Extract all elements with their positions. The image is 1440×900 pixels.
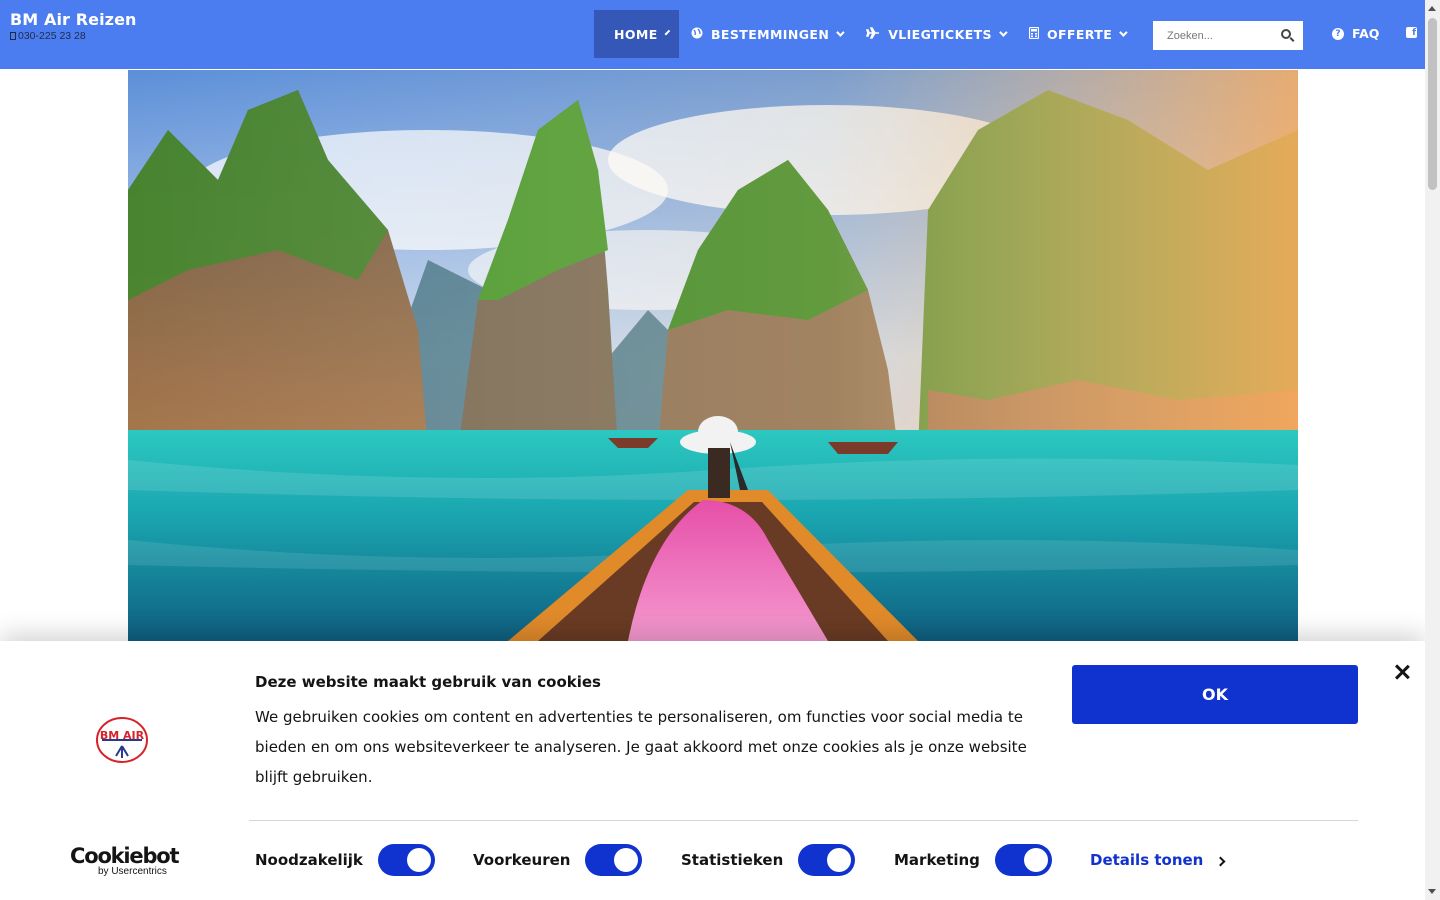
facebook-icon[interactable]: f [1406,27,1417,38]
cookiebot-logo[interactable]: Cookiebot by Usercentrics [70,845,180,877]
chevron-right-icon [1215,856,1226,866]
toggle-statistieken: Statistieken [681,844,856,876]
hero-image [128,70,1298,641]
nav-offerte-label: OFFERTE [1046,26,1113,42]
toggle-label: Noodzakelijk [255,851,363,869]
toggle-switch[interactable] [798,844,856,876]
ok-button[interactable]: OK [1072,665,1358,724]
scroll-down-icon[interactable] [1428,889,1436,894]
nav-home[interactable]: HOME [594,10,679,58]
search-input[interactable] [1153,22,1271,49]
chevron-down-icon [999,28,1008,37]
question-icon: ? [1332,27,1344,40]
nav-offerte[interactable]: OFFERTE [1017,10,1137,58]
search-icon[interactable] [1281,29,1291,39]
calculator-icon [1028,26,1040,42]
cookie-text: We gebruiken cookies om content en adver… [255,708,1027,786]
bm-air-logo: BM AIR [94,716,150,764]
chevron-down-icon [664,29,670,36]
chevron-down-icon [836,28,845,37]
toggle-label: Statistieken [681,851,784,869]
page: BM Air Reizen 030-225 23 28 HOME BESTEMM… [0,0,1440,900]
cookiebot-name: Cookiebot [70,844,180,868]
nav-vliegtickets-label: VLIEGTICKETS [888,26,992,42]
details-label: Details tonen [1090,851,1204,869]
details-link[interactable]: Details tonen [1090,851,1226,869]
phone-icon [10,32,16,40]
scroll-up-icon[interactable] [1428,6,1436,11]
toggle-marketing: Marketing [894,844,1052,876]
divider [249,820,1358,821]
faq-label: FAQ [1352,26,1380,41]
brand[interactable]: BM Air Reizen 030-225 23 28 [10,10,137,42]
main-nav: HOME BESTEMMINGEN VLIEGTICKETS OFFERTE [594,10,1137,58]
nav-vliegtickets[interactable]: VLIEGTICKETS [854,10,1017,58]
nav-bestemmingen[interactable]: BESTEMMINGEN [679,10,854,58]
brand-title[interactable]: BM Air Reizen [10,10,137,29]
close-icon[interactable] [1393,663,1411,681]
toggle-switch[interactable] [994,844,1052,876]
toggle-noodzakelijk: Noodzakelijk [255,844,435,876]
toggle-switch[interactable] [585,844,643,876]
toggle-label: Marketing [894,851,980,869]
brand-phone[interactable]: 030-225 23 28 [10,30,137,42]
toggle-switch[interactable] [377,844,435,876]
search-box [1153,21,1303,50]
nav-bestemmingen-label: BESTEMMINGEN [711,26,830,42]
scrollbar[interactable] [1425,0,1440,900]
plane-icon [866,26,880,42]
nav-home-label: HOME [614,26,658,42]
nav-faq[interactable]: ? FAQ [1332,26,1379,41]
logo-text: BM AIR [100,729,145,742]
toggle-voorkeuren: Voorkeuren [473,844,643,876]
phone-number[interactable]: 030-225 23 28 [18,30,86,42]
toggle-label: Voorkeuren [473,851,571,869]
cookie-title: Deze website maakt gebruik van cookies [255,673,601,691]
site-header: BM Air Reizen 030-225 23 28 HOME BESTEMM… [0,0,1425,69]
hero-scene [128,70,1298,641]
globe-icon [691,27,703,42]
chevron-down-icon [1119,28,1128,37]
scroll-thumb[interactable] [1428,18,1437,190]
